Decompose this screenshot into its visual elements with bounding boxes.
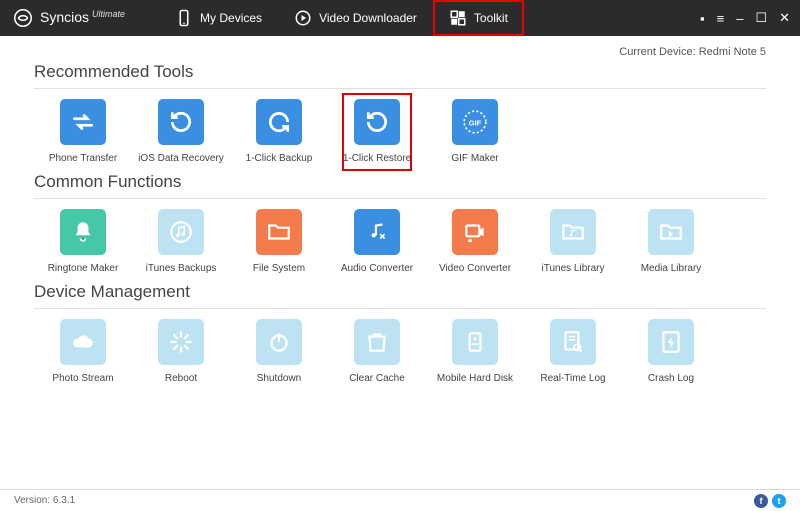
status-bar: Version: 6.3.1 f t [0, 489, 800, 511]
tile-ringtone-maker[interactable]: Ringtone Maker [34, 209, 132, 274]
nav-video-downloader[interactable]: Video Downloader [278, 0, 433, 36]
tile-crash-log[interactable]: Crash Log [622, 319, 720, 384]
recommended-grid: Phone Transfer iOS Data Recovery 1-Click… [34, 99, 766, 170]
gif-icon: GIF [462, 109, 488, 135]
tile-ios-recovery[interactable]: iOS Data Recovery [132, 99, 230, 164]
cloud-icon [70, 329, 96, 355]
tile-file-system[interactable]: File System [230, 209, 328, 274]
tile-itunes-backups[interactable]: iTunes Backups [132, 209, 230, 274]
divider [34, 88, 766, 89]
section-title-device: Device Management [34, 282, 766, 302]
trash-icon [364, 329, 390, 355]
power-icon [266, 329, 292, 355]
refresh-ccw-icon [168, 109, 194, 135]
tile-mobile-hard-disk[interactable]: Mobile Hard Disk [426, 319, 524, 384]
tile-1click-backup[interactable]: 1-Click Backup [230, 99, 328, 164]
svg-text:GIF: GIF [469, 118, 482, 127]
bell-icon [70, 219, 96, 245]
device-grid: Photo Stream Reboot Shutdown Clear Cache… [34, 319, 766, 390]
app-logo-icon [14, 9, 32, 27]
nav-toolkit[interactable]: Toolkit [433, 0, 524, 36]
phone-icon [175, 9, 193, 27]
facebook-icon[interactable]: f [754, 494, 768, 508]
menu-icon[interactable]: ≡ [717, 11, 725, 26]
app-brand: SynciosUltimate [40, 9, 125, 27]
tile-reboot[interactable]: Reboot [132, 319, 230, 384]
refresh-cw-icon [266, 109, 292, 135]
common-grid: Ringtone Maker iTunes Backups File Syste… [34, 209, 766, 280]
version-label: Version: 6.3.1 [14, 495, 75, 506]
grid-icon [449, 9, 467, 27]
audio-convert-icon [364, 219, 390, 245]
social-links: f t [754, 494, 786, 508]
tile-1click-restore[interactable]: 1-Click Restore [328, 99, 426, 164]
tile-itunes-library[interactable]: iTunes Library [524, 209, 622, 274]
twitter-icon[interactable]: t [772, 494, 786, 508]
top-nav: My Devices Video Downloader Toolkit [159, 0, 524, 36]
maximize-button[interactable]: ☐ [755, 10, 767, 26]
music-folder-icon [560, 219, 586, 245]
title-bar: SynciosUltimate My Devices Video Downloa… [0, 0, 800, 36]
transfer-icon [70, 109, 96, 135]
tile-phone-transfer[interactable]: Phone Transfer [34, 99, 132, 164]
tile-shutdown[interactable]: Shutdown [230, 319, 328, 384]
video-convert-icon [462, 219, 488, 245]
media-folder-icon [658, 219, 684, 245]
main-panel: Current Device: Redmi Note 5 Recommended… [0, 36, 800, 489]
usb-icon [462, 329, 488, 355]
divider [34, 198, 766, 199]
tile-audio-converter[interactable]: Audio Converter [328, 209, 426, 274]
restore-icon [364, 109, 390, 135]
tile-clear-cache[interactable]: Clear Cache [328, 319, 426, 384]
divider [34, 308, 766, 309]
tile-photo-stream[interactable]: Photo Stream [34, 319, 132, 384]
folder-icon [266, 219, 292, 245]
minimize-button[interactable]: – [736, 11, 743, 26]
tile-media-library[interactable]: Media Library [622, 209, 720, 274]
section-title-recommended: Recommended Tools [34, 62, 766, 82]
tile-gif-maker[interactable]: GIF GIF Maker [426, 99, 524, 164]
tile-realtime-log[interactable]: Real-Time Log [524, 319, 622, 384]
music-note-icon [168, 219, 194, 245]
log-search-icon [560, 329, 586, 355]
current-device: Current Device: Redmi Note 5 [34, 46, 766, 58]
log-bolt-icon [658, 329, 684, 355]
close-button[interactable]: ✕ [779, 10, 790, 26]
section-title-common: Common Functions [34, 172, 766, 192]
nav-my-devices[interactable]: My Devices [159, 0, 278, 36]
play-circle-icon [294, 9, 312, 27]
tile-video-converter[interactable]: Video Converter [426, 209, 524, 274]
loading-icon [168, 329, 194, 355]
window-controls: ▪ ≡ – ☐ ✕ [700, 10, 790, 26]
feedback-icon[interactable]: ▪ [700, 11, 705, 26]
